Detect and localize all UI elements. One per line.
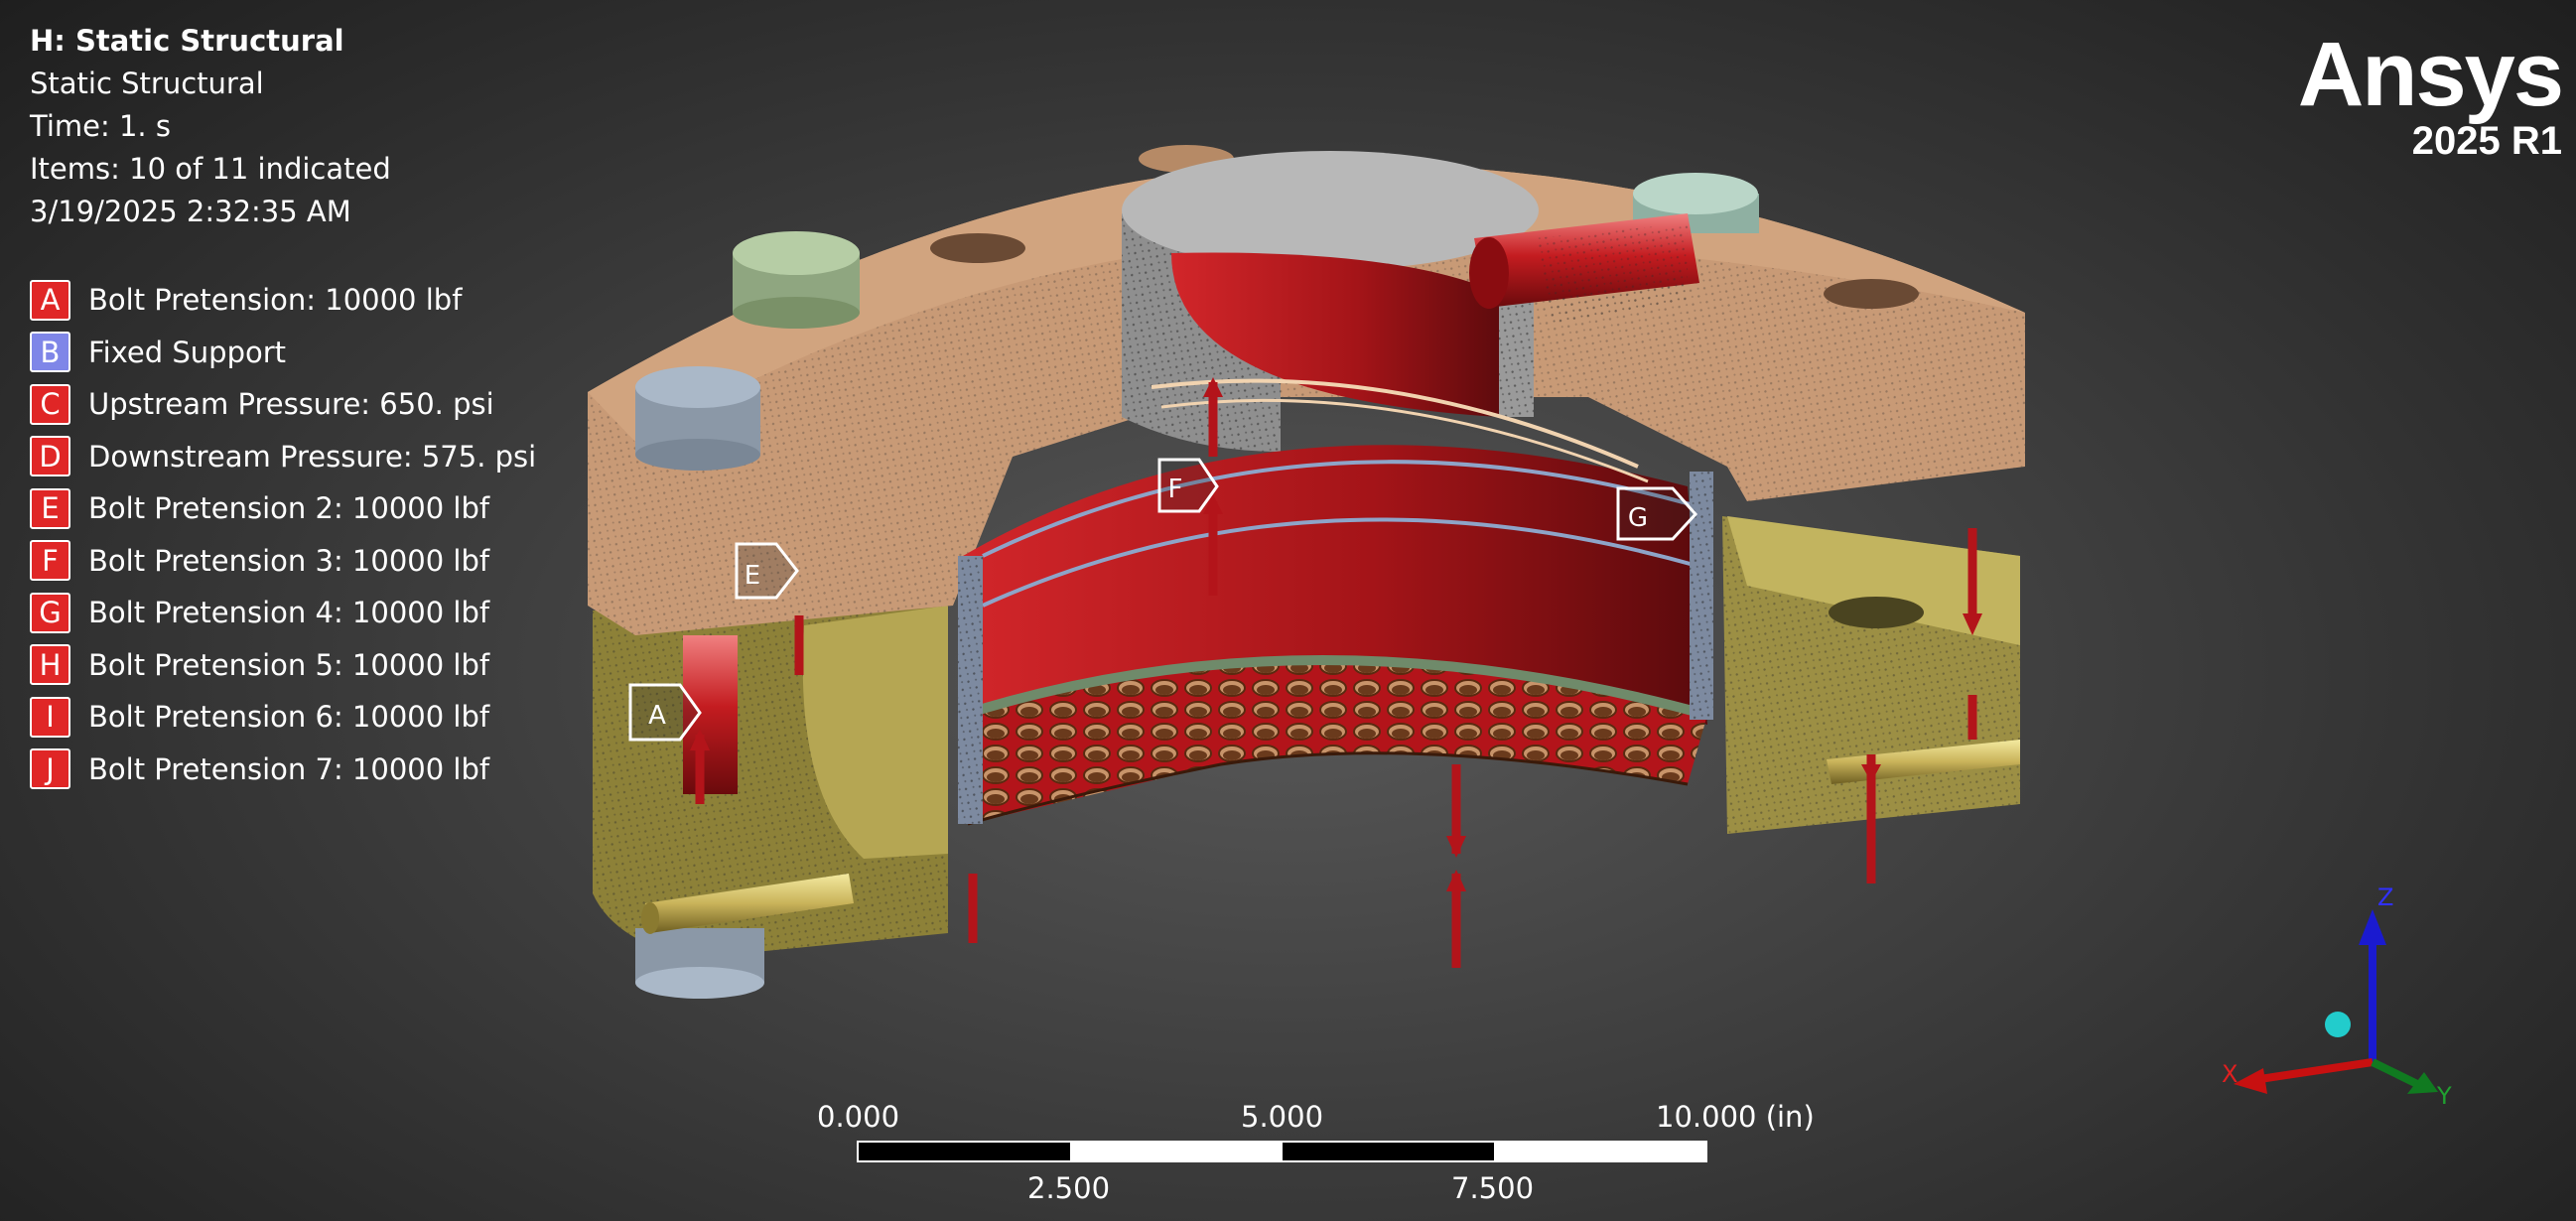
scale-label-10: 10.000 (in): [1656, 1100, 1815, 1134]
scale-segment: [1493, 1143, 1705, 1160]
scale-label-5: 5.000: [1241, 1100, 1324, 1134]
bolt-gray-2[interactable]: [635, 928, 764, 999]
valve-cap[interactable]: [1122, 151, 1539, 452]
perforated-plate[interactable]: [961, 655, 1709, 826]
scale-segment: [1282, 1143, 1494, 1160]
axis-x-label: X: [2222, 1060, 2237, 1088]
scale-segment: [859, 1143, 1071, 1160]
gasket-left[interactable]: [958, 556, 983, 824]
tag-a-label: A: [648, 701, 666, 731]
axis-z-label: Z: [2377, 883, 2393, 911]
scale-label-2-5: 2.500: [1027, 1171, 1111, 1205]
gasket-right[interactable]: [1690, 472, 1713, 720]
scale-label-7-5: 7.500: [1451, 1171, 1535, 1205]
scale-bar: [857, 1141, 1707, 1162]
axis-y-label: Y: [2436, 1082, 2452, 1110]
scale-label-0: 0.000: [817, 1100, 900, 1134]
tag-e-label: E: [745, 561, 760, 591]
bolt-gray-1[interactable]: [635, 366, 760, 471]
model-viewport[interactable]: A E F G: [0, 0, 2576, 1221]
axis-triad[interactable]: Z X Y: [2194, 874, 2472, 1122]
tag-g-label: G: [1628, 503, 1648, 533]
bolt-green-1[interactable]: [733, 231, 860, 329]
tag-f-label: F: [1168, 475, 1183, 504]
scale-segment: [1070, 1143, 1283, 1160]
